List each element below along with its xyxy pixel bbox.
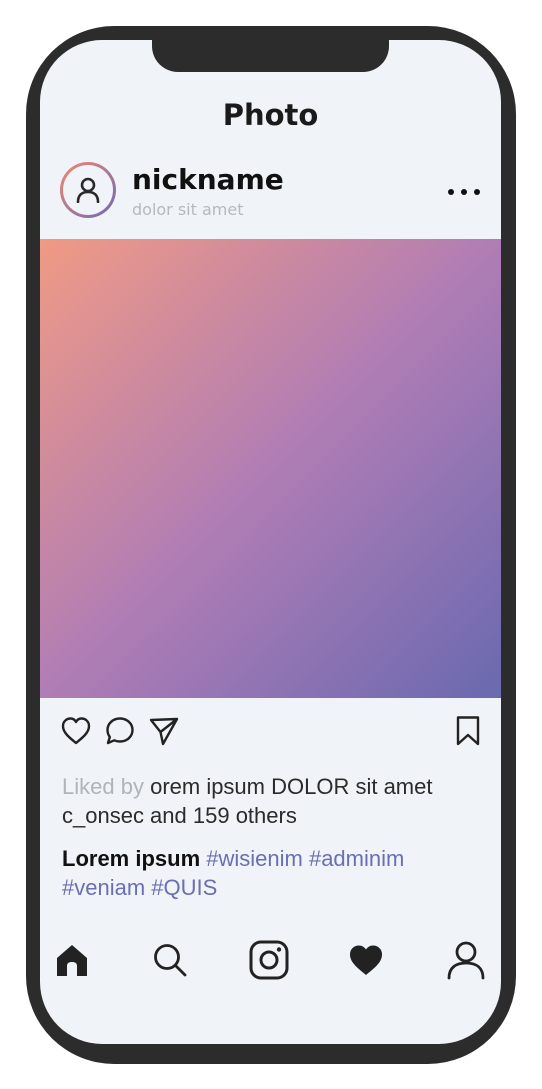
likes-summary: Liked by orem ipsum DOLOR sit amet c_ons… [62,772,482,830]
more-options-icon[interactable] [444,184,484,200]
phone-notch [152,40,389,72]
likes-prefix: Liked by [62,774,144,799]
post-caption: Lorem ipsum #wisienim #adminim #veniam #… [62,844,482,902]
phone-screen: Photo nickname dolor sit amet Liked by o… [40,40,501,1044]
home-icon[interactable] [54,942,90,978]
comment-icon[interactable] [104,715,136,747]
heart-filled-icon[interactable] [348,942,384,978]
bookmark-icon[interactable] [452,715,484,747]
caption-author[interactable]: Lorem ipsum [62,846,200,871]
post-subtitle: dolor sit amet [132,200,244,219]
send-icon[interactable] [148,715,180,747]
instagram-icon[interactable] [249,940,289,980]
profile-icon[interactable] [446,940,486,980]
page-title: Photo [222,98,319,132]
post-nickname[interactable]: nickname [132,166,284,194]
heart-outline-icon[interactable] [60,715,92,747]
post-photo[interactable] [40,239,501,698]
user-icon [76,177,100,203]
search-icon[interactable] [152,942,188,978]
avatar[interactable] [60,162,116,218]
